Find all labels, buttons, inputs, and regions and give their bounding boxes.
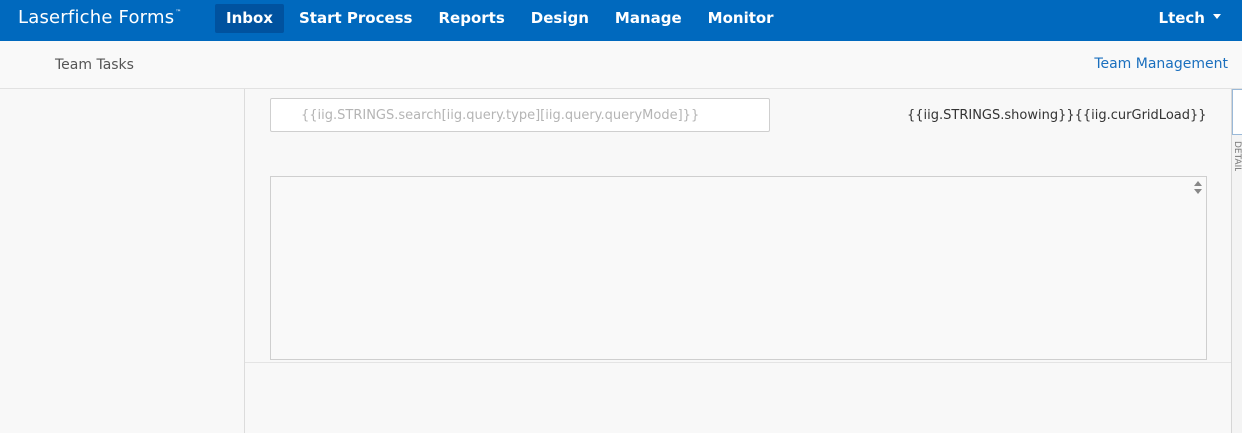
left-panel xyxy=(0,89,245,433)
top-navigation-bar: Laserfiche Forms™ Inbox Start Process Re… xyxy=(0,0,1242,41)
showing-count-text: {{iig.STRINGS.showing}}{{iig.curGridLoad… xyxy=(907,108,1207,123)
main-nav: Inbox Start Process Reports Design Manag… xyxy=(215,0,787,41)
details-tab[interactable] xyxy=(1232,89,1242,135)
details-tab-label: DETAILS xyxy=(1234,141,1242,171)
main-panel: {{iig.STRINGS.showing}}{{iig.curGridLoad… xyxy=(245,89,1231,433)
user-menu[interactable]: Ltech xyxy=(1159,4,1221,32)
search-input[interactable] xyxy=(270,98,770,132)
scroll-up-icon[interactable] xyxy=(1194,181,1202,186)
nav-design[interactable]: Design xyxy=(518,4,602,33)
sub-header: Team Tasks Team Management xyxy=(0,41,1242,89)
details-label-text: DETAILS xyxy=(1234,141,1242,171)
caret-down-icon xyxy=(1213,14,1221,19)
details-side-panel: DETAILS xyxy=(1231,89,1242,433)
divider xyxy=(245,362,1231,363)
trademark-mark: ™ xyxy=(175,9,182,16)
task-grid[interactable] xyxy=(270,176,1207,360)
scroll-down-icon[interactable] xyxy=(1194,189,1202,194)
user-name: Ltech xyxy=(1158,9,1205,27)
nav-manage[interactable]: Manage xyxy=(602,4,695,33)
grid-scrollbar[interactable] xyxy=(1192,179,1204,197)
app-name: Laserfiche Forms xyxy=(18,7,175,28)
team-management-link[interactable]: Team Management xyxy=(1094,56,1228,72)
nav-inbox[interactable]: Inbox xyxy=(215,4,284,33)
page-title: Team Tasks xyxy=(55,57,134,73)
app-logo[interactable]: Laserfiche Forms™ xyxy=(18,7,181,28)
nav-start-process[interactable]: Start Process xyxy=(286,4,426,33)
nav-monitor[interactable]: Monitor xyxy=(695,4,787,33)
nav-reports[interactable]: Reports xyxy=(426,4,518,33)
